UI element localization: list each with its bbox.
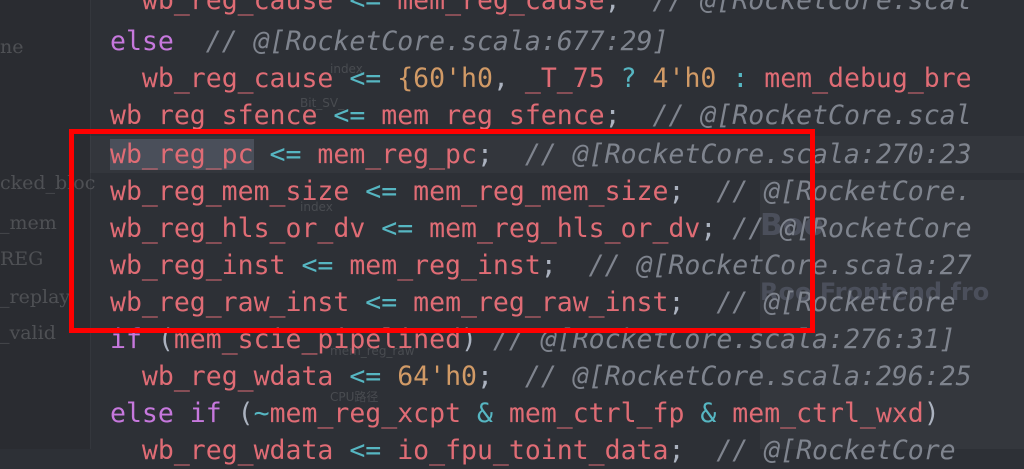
identifier: mem_debug_bre [764,63,972,94]
operator: ? [604,63,653,94]
identifier: mem_reg_cause [397,0,605,16]
punctuation: ( [221,398,254,429]
identifier: mem_ctrl_fp [508,398,685,429]
operator: <= [333,361,398,392]
identifier: mem_reg_xcpt [269,398,462,429]
brace: { [397,63,414,94]
code-line[interactable]: wb_reg_wdata <= io_fpu_toint_data; // @[… [110,432,956,469]
operator: ~ [253,398,270,429]
punctuation: ; [668,435,717,466]
identifier: mem_reg_sfence [381,100,605,131]
identifier: wb_reg_wdata [141,361,334,392]
code-line[interactable]: wb_reg_wdata <= 64'h0; // @[RocketCore.s… [110,358,972,395]
identifier: _T_75 [524,63,605,94]
punctuation: ; [604,100,653,131]
punctuation: ) [923,398,940,429]
punctuation: , [492,63,525,94]
operator: <= [317,100,382,131]
punctuation: ; [604,0,653,16]
comment: // @[RocketCore.scal [652,0,972,16]
identifier: wb_reg_wdata [141,435,334,466]
punctuation: ; [476,361,525,392]
number-literal: 4'h0 [652,63,717,94]
identifier: io_fpu_toint_data [397,435,669,466]
operator: : [716,63,765,94]
operator: <= [333,435,398,466]
number-literal: 60'h0 [413,63,493,94]
operator: & [684,398,733,429]
red-highlight-box [69,129,815,333]
comment: // @[RocketCore.scal [652,100,972,131]
code-line[interactable]: wb_reg_cause <= {60'h0, _T_75 ? 4'h0 : m… [110,60,972,97]
number-literal: 64'h0 [397,361,477,392]
code-line[interactable]: wb_reg_cause <= mem_reg_cause; // @[Rock… [110,0,972,19]
comment: // @[RocketCore.scala:677:29] [173,26,669,57]
identifier: mem_ctrl_wxd [732,398,924,429]
code-line[interactable]: else if (~mem_reg_xcpt & mem_ctrl_fp & m… [110,395,940,432]
operator: <= [333,0,398,16]
operator: <= [333,63,398,94]
identifier: wb_reg_cause [141,0,334,16]
keyword: else if [110,398,222,429]
identifier: wb_reg_cause [141,63,334,94]
operator: & [461,398,509,429]
code-line[interactable]: else // @[RocketCore.scala:677:29] [110,23,668,60]
comment: // @[RocketCore.scala:296:25 [524,361,972,392]
identifier: wb_reg_sfence [110,100,318,131]
comment: // @[RocketCore [716,435,956,466]
keyword: else [110,26,174,57]
